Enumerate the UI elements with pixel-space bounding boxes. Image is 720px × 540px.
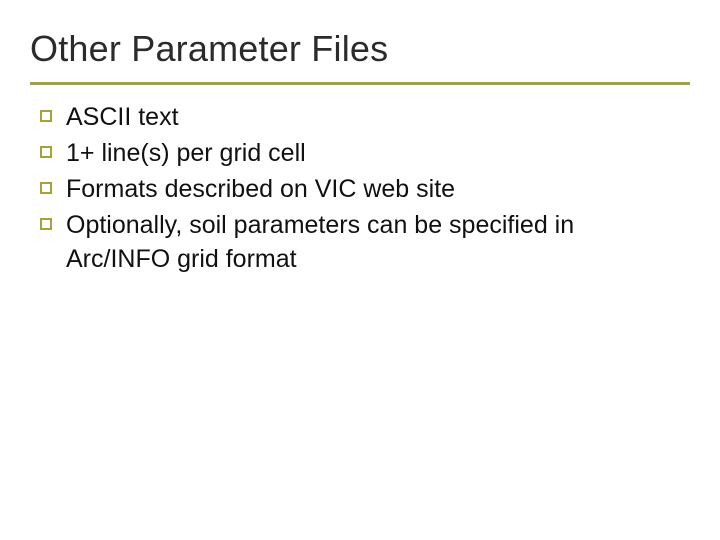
bullet-text: Optionally, soil parameters can be speci…: [66, 208, 680, 276]
slide-title: Other Parameter Files: [30, 28, 388, 70]
square-bullet-icon: [40, 218, 52, 230]
list-item: Optionally, soil parameters can be speci…: [40, 208, 680, 276]
title-underline: [30, 82, 690, 85]
square-bullet-icon: [40, 110, 52, 122]
list-item: ASCII text: [40, 100, 680, 134]
square-bullet-icon: [40, 182, 52, 194]
list-item: Formats described on VIC web site: [40, 172, 680, 206]
bullet-text: Formats described on VIC web site: [66, 172, 455, 206]
slide-body: ASCII text 1+ line(s) per grid cell Form…: [40, 100, 680, 278]
bullet-text: 1+ line(s) per grid cell: [66, 136, 306, 170]
square-bullet-icon: [40, 146, 52, 158]
bullet-text: ASCII text: [66, 100, 179, 134]
list-item: 1+ line(s) per grid cell: [40, 136, 680, 170]
slide: Other Parameter Files ASCII text 1+ line…: [0, 0, 720, 540]
